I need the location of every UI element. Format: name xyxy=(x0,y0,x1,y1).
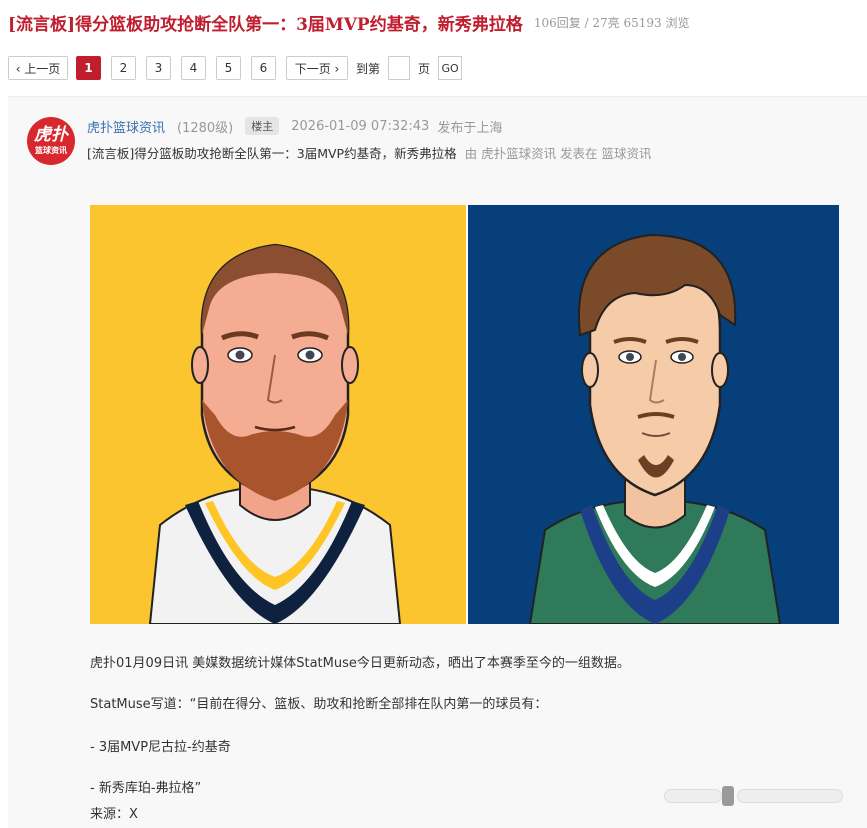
prev-page-button[interactable]: ‹ 上一页 xyxy=(8,56,68,80)
author-level: (1280级) xyxy=(177,120,234,136)
go-button[interactable]: GO xyxy=(438,56,463,80)
pagination: ‹ 上一页 1 2 3 4 5 6 下一页 › 到第 页 GO xyxy=(8,55,463,81)
post-body-paragraph-2: StatMuse写道：“目前在得分、篮板、助攻和抢断全部排在队内第一的球员有： xyxy=(90,697,548,712)
avatar-logo-subtext: 篮球资讯 xyxy=(35,146,67,155)
jump-prefix-label: 到第 xyxy=(356,61,381,76)
thread-title-bar: [流言板]得分篮板助攻抢断全队第一：3届MVP约基奇，新秀弗拉格 106回复 /… xyxy=(8,10,858,40)
page-button-5[interactable]: 5 xyxy=(216,56,241,80)
post-body-paragraph-4: - 新秀库珀-弗拉格” xyxy=(90,781,202,796)
post-body-source: 来源：X xyxy=(90,807,138,822)
floating-toolbar-right[interactable] xyxy=(737,789,843,803)
jump-page-input[interactable] xyxy=(388,56,411,80)
page-button-1[interactable]: 1 xyxy=(76,56,101,80)
panel-divider xyxy=(466,205,468,624)
quoted-byline[interactable]: 由 虎扑篮球资讯 发表在 篮球资讯 xyxy=(465,143,652,162)
op-badge: 楼主 xyxy=(245,117,280,135)
avatar[interactable]: 虎扑 篮球资讯 xyxy=(27,117,75,165)
floating-toolbar-handle[interactable] xyxy=(722,786,734,806)
post-body-paragraph-1: 虎扑01月09日讯 美媒数据统计媒体StatMuse今日更新动态，晒出了本赛季至… xyxy=(90,656,630,671)
page-button-2[interactable]: 2 xyxy=(111,56,136,80)
next-page-button[interactable]: 下一页 › xyxy=(286,56,348,80)
jump-suffix-label: 页 xyxy=(418,61,431,76)
author-line: 虎扑篮球资讯 (1280级) 楼主 2026-01-09 07:32:43 发布… xyxy=(87,116,502,136)
post-location: 发布于上海 xyxy=(437,120,503,136)
avatar-logo-text: 虎扑 xyxy=(34,125,68,145)
post-time: 2026-01-09 07:32:43 xyxy=(291,118,430,134)
floating-toolbar-left[interactable] xyxy=(664,789,722,803)
thread-title: [流言板]得分篮板助攻抢断全队第一：3届MVP约基奇，新秀弗拉格 xyxy=(8,15,523,35)
post-body-paragraph-3: - 3届MVP尼古拉-约基奇 xyxy=(90,740,231,755)
thread-stats: 106回复 / 27亮 65193 浏览 xyxy=(533,16,690,30)
author-name-link[interactable]: 虎扑篮球资讯 xyxy=(87,117,165,136)
player-illustration xyxy=(90,205,839,624)
page-button-3[interactable]: 3 xyxy=(146,56,171,80)
quoted-title: [流言板]得分篮板助攻抢断全队第一：3届MVP约基奇，新秀弗拉格 xyxy=(87,145,457,161)
page-button-6[interactable]: 6 xyxy=(251,56,276,80)
page-button-4[interactable]: 4 xyxy=(181,56,206,80)
quoted-source-line: [流言板]得分篮板助攻抢断全队第一：3届MVP约基奇，新秀弗拉格 由 虎扑篮球资… xyxy=(87,142,652,162)
